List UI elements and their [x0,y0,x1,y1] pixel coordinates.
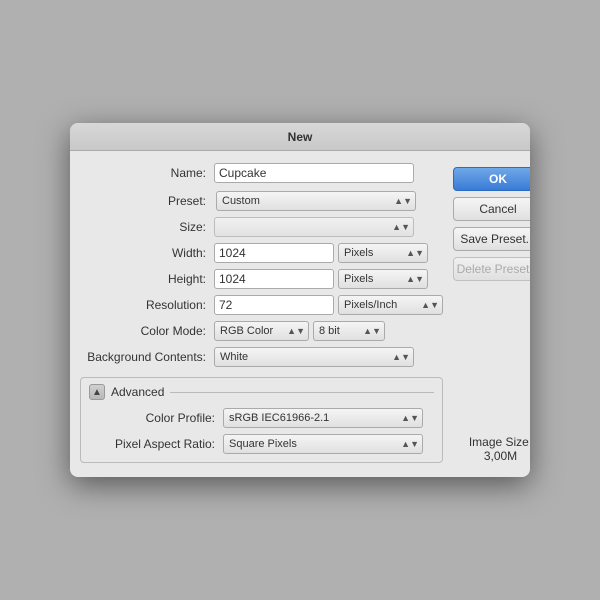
pixel-aspect-wrap: Square Pixels ▲▼ [223,434,423,454]
size-label: Size: [80,220,210,234]
cancel-button[interactable]: Cancel [453,197,530,221]
resolution-input[interactable] [214,295,334,315]
preset-label: Preset: [80,194,210,208]
image-size-value: 3,00M [484,449,517,463]
background-select[interactable]: White [214,347,414,367]
pixel-aspect-label: Pixel Aspect Ratio: [89,437,219,451]
advanced-divider [170,392,434,393]
height-row: Height: Pixels ▲▼ [80,269,443,289]
name-row: Name: [80,163,443,183]
width-unit-select[interactable]: Pixels [338,243,428,263]
height-label: Height: [80,272,210,286]
size-row: Size: ▲▼ [80,217,443,237]
color-profile-wrap: sRGB IEC61966-2.1 ▲▼ [223,408,423,428]
bit-depth-select[interactable]: 8 bit [313,321,385,341]
bit-depth-wrap: 8 bit ▲▼ [313,321,385,341]
background-row: Background Contents: White ▲▼ [80,347,443,367]
resolution-label: Resolution: [80,298,210,312]
color-mode-label: Color Mode: [80,324,210,338]
ok-button[interactable]: OK [453,167,530,191]
width-label: Width: [80,246,210,260]
color-profile-select[interactable]: sRGB IEC61966-2.1 [223,408,423,428]
background-label: Background Contents: [80,350,210,364]
name-input[interactable] [214,163,414,183]
size-select[interactable] [214,217,414,237]
advanced-section: ▲ Advanced Color Profile: sRGB IEC61966-… [80,377,443,463]
preset-row: Preset: Custom ▲▼ [80,191,443,211]
color-mode-wrap: RGB Color ▲▼ [214,321,309,341]
advanced-title: Advanced [111,385,164,399]
color-mode-select[interactable]: RGB Color [214,321,309,341]
advanced-header: ▲ Advanced [89,384,434,400]
width-row: Width: Pixels ▲▼ [80,243,443,263]
preset-select[interactable]: Custom [216,191,416,211]
buttons-area: OK Cancel Save Preset... Delete Preset..… [453,163,530,463]
image-size-label: Image Size: [469,435,530,449]
width-input[interactable] [214,243,334,263]
height-input[interactable] [214,269,334,289]
title-text: New [288,130,313,144]
size-select-wrap: ▲▼ [214,217,414,237]
background-wrap: White ▲▼ [214,347,414,367]
color-mode-row: Color Mode: RGB Color ▲▼ 8 bit ▲▼ [80,321,443,341]
name-label: Name: [80,166,210,180]
form-area: Name: Preset: Custom ▲▼ Size: [80,163,443,463]
resolution-unit-select[interactable]: Pixels/Inch [338,295,443,315]
delete-preset-button[interactable]: Delete Preset... [453,257,530,281]
dialog-title: New [70,123,530,151]
pixel-aspect-row: Pixel Aspect Ratio: Square Pixels ▲▼ [89,434,434,454]
color-profile-label: Color Profile: [89,411,219,425]
width-unit-wrap: Pixels ▲▼ [338,243,428,263]
preset-select-wrap: Custom ▲▼ [216,191,416,211]
save-preset-button[interactable]: Save Preset... [453,227,530,251]
advanced-toggle-button[interactable]: ▲ [89,384,105,400]
height-unit-wrap: Pixels ▲▼ [338,269,428,289]
color-profile-row: Color Profile: sRGB IEC61966-2.1 ▲▼ [89,408,434,428]
height-unit-select[interactable]: Pixels [338,269,428,289]
resolution-unit-wrap: Pixels/Inch ▲▼ [338,295,443,315]
resolution-row: Resolution: Pixels/Inch ▲▼ [80,295,443,315]
image-size-area: Image Size: 3,00M [453,423,530,463]
pixel-aspect-select[interactable]: Square Pixels [223,434,423,454]
new-dialog: New Name: Preset: Custom ▲▼ Size: [70,123,530,477]
